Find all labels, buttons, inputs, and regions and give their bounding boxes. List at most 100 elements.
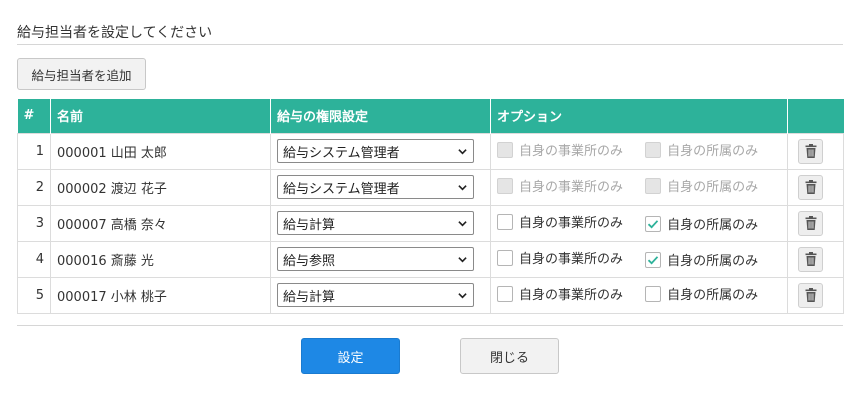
- option-office-only[interactable]: 自身の事業所のみ: [497, 284, 623, 303]
- action-cell: [787, 204, 844, 242]
- trash-icon: [805, 216, 816, 230]
- checkbox-office-only[interactable]: [497, 141, 513, 158]
- employee-name: 000017 小林 桃子: [50, 276, 271, 314]
- chevron-down-icon: [458, 256, 467, 262]
- checkbox-dept-only[interactable]: [645, 285, 662, 302]
- option-office-only[interactable]: 自身の事業所のみ: [497, 176, 623, 195]
- permission-select-value: 給与システム管理者: [283, 181, 400, 197]
- permission-select-value: 給与参照: [283, 253, 336, 269]
- title-divider: [17, 44, 843, 45]
- permission-cell: 給与システム管理者: [270, 168, 491, 206]
- row-number: 5: [17, 276, 51, 314]
- chevron-down-icon: [458, 292, 467, 298]
- row-number: 4: [17, 240, 51, 278]
- permission-cell: 給与計算: [270, 204, 491, 242]
- checkbox-dept-only[interactable]: [645, 251, 662, 268]
- permission-cell: 給与計算: [270, 276, 491, 314]
- permission-select[interactable]: 給与計算: [277, 283, 474, 307]
- option-dept-only[interactable]: 自身の所属のみ: [645, 176, 758, 195]
- action-cell: [787, 276, 844, 314]
- option-dept-only-label: 自身の所属のみ: [667, 144, 759, 160]
- permission-cell: 給与参照: [270, 240, 491, 278]
- checkmark-icon: [648, 255, 659, 265]
- action-cell: [787, 132, 844, 170]
- trash-icon: [805, 288, 816, 302]
- permission-cell: 給与システム管理者: [270, 132, 491, 170]
- table-row: 1 000001 山田 太郎 給与システム管理者 自身の事業所のみ 自身の所属の…: [17, 132, 844, 170]
- employee-name: 000016 斎藤 光: [50, 240, 271, 278]
- employee-name-text: 000002 渡辺 花子: [57, 181, 167, 197]
- close-button[interactable]: 閉じる: [460, 338, 559, 374]
- payroll-manager-table: # 名前 給与の権限設定 オプション 1 000001 山田 太郎 給与システム…: [17, 99, 844, 314]
- table-row: 3 000007 高橋 奈々 給与計算 自身の事業所のみ 自身の所属のみ: [17, 204, 844, 242]
- employee-name-text: 000001 山田 太郎: [57, 145, 167, 161]
- delete-row-button[interactable]: [798, 210, 823, 236]
- bottom-divider: [17, 325, 843, 326]
- option-office-only-label: 自身の事業所のみ: [519, 180, 624, 196]
- employee-name: 000007 高橋 奈々: [50, 204, 271, 242]
- option-dept-only-label: 自身の所属のみ: [667, 288, 759, 304]
- option-dept-only-label: 自身の所属のみ: [667, 254, 759, 270]
- dialog-title: 給与担当者を設定してください: [17, 25, 213, 41]
- table-row: 5 000017 小林 桃子 給与計算 自身の事業所のみ 自身の所属のみ: [17, 276, 844, 314]
- column-header-name: 名前: [50, 99, 271, 133]
- row-number: 2: [17, 168, 51, 206]
- option-dept-only[interactable]: 自身の所属のみ: [645, 250, 758, 269]
- chevron-down-icon: [458, 220, 467, 226]
- options-cell: 自身の事業所のみ 自身の所属のみ: [490, 276, 788, 314]
- checkbox-office-only[interactable]: [497, 213, 513, 230]
- permission-select[interactable]: 給与計算: [277, 211, 474, 235]
- option-dept-only-label: 自身の所属のみ: [667, 180, 759, 196]
- option-office-only[interactable]: 自身の事業所のみ: [497, 140, 623, 159]
- table-row: 4 000016 斎藤 光 給与参照 自身の事業所のみ 自身の所属のみ: [17, 240, 844, 278]
- chevron-down-icon: [458, 184, 467, 190]
- checkbox-office-only[interactable]: [497, 285, 513, 302]
- option-dept-only-label: 自身の所属のみ: [667, 218, 759, 234]
- permission-select[interactable]: 給与システム管理者: [277, 175, 474, 199]
- delete-row-button[interactable]: [798, 246, 823, 272]
- permission-select[interactable]: 給与システム管理者: [277, 139, 474, 163]
- checkbox-dept-only[interactable]: [645, 141, 662, 158]
- row-number-text: 2: [35, 179, 44, 195]
- option-dept-only[interactable]: 自身の所属のみ: [645, 214, 758, 233]
- option-office-only[interactable]: 自身の事業所のみ: [497, 248, 623, 267]
- row-number: 3: [17, 204, 51, 242]
- checkbox-dept-only[interactable]: [645, 215, 662, 232]
- trash-icon: [805, 252, 816, 266]
- employee-name: 000001 山田 太郎: [50, 132, 271, 170]
- add-payroll-manager-button[interactable]: 給与担当者を追加: [17, 58, 146, 90]
- permission-select[interactable]: 給与参照: [277, 247, 474, 271]
- trash-icon: [805, 180, 816, 194]
- column-header-action: [787, 99, 844, 133]
- delete-row-button[interactable]: [798, 138, 823, 164]
- chevron-down-icon: [458, 148, 467, 154]
- option-dept-only[interactable]: 自身の所属のみ: [645, 140, 758, 159]
- table-header-row: # 名前 給与の権限設定 オプション: [17, 99, 844, 133]
- option-office-only[interactable]: 自身の事業所のみ: [497, 212, 623, 231]
- option-dept-only[interactable]: 自身の所属のみ: [645, 284, 758, 303]
- delete-row-button[interactable]: [798, 174, 823, 200]
- row-number-text: 5: [35, 287, 44, 303]
- employee-name-text: 000016 斎藤 光: [57, 253, 154, 269]
- column-header-options: オプション: [490, 99, 788, 133]
- options-cell: 自身の事業所のみ 自身の所属のみ: [490, 168, 788, 206]
- checkbox-office-only[interactable]: [497, 177, 513, 194]
- permission-select-value: 給与計算: [283, 217, 336, 233]
- column-header-no: #: [17, 99, 51, 133]
- checkbox-dept-only[interactable]: [645, 177, 662, 194]
- option-office-only-label: 自身の事業所のみ: [519, 144, 624, 160]
- action-cell: [787, 240, 844, 278]
- row-number-text: 3: [35, 215, 44, 231]
- row-number: 1: [17, 132, 51, 170]
- trash-icon: [805, 144, 816, 158]
- set-button[interactable]: 設定: [301, 338, 400, 374]
- checkmark-icon: [648, 219, 659, 229]
- row-number-text: 4: [35, 251, 44, 267]
- checkbox-office-only[interactable]: [497, 249, 513, 266]
- employee-name-text: 000007 高橋 奈々: [57, 217, 167, 233]
- options-cell: 自身の事業所のみ 自身の所属のみ: [490, 132, 788, 170]
- row-number-text: 1: [35, 143, 44, 159]
- permission-select-value: 給与システム管理者: [283, 145, 400, 161]
- action-cell: [787, 168, 844, 206]
- delete-row-button[interactable]: [798, 282, 823, 308]
